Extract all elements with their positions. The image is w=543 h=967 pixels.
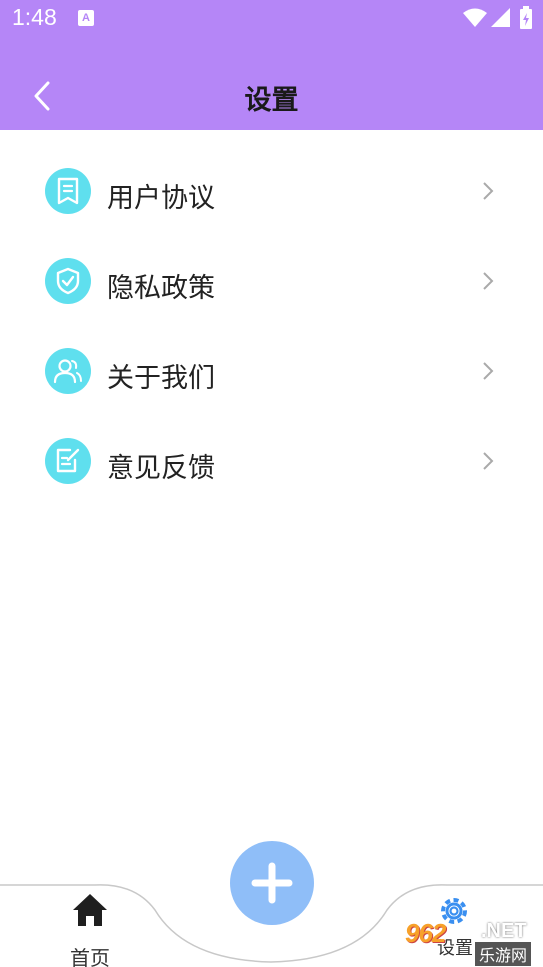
status-bar: 1:48 A [0,0,543,38]
tab-home[interactable]: 首页 [60,892,120,967]
tab-home-label: 首页 [70,946,110,967]
battery-icon [520,6,532,29]
menu-item-label: 关于我们 [107,363,215,394]
menu-item-privacy-policy[interactable]: 隐私政策 [0,241,543,321]
menu-item-label: 隐私政策 [107,273,215,304]
menu-item-user-agreement[interactable]: 用户协议 [0,151,543,231]
watermark-site: 乐游网 [475,942,532,966]
chevron-right-icon [483,272,494,290]
wifi-icon [463,8,487,27]
watermark-logo: 962 [405,918,446,948]
document-icon [45,168,91,214]
edit-note-icon [45,438,91,484]
menu-item-about-us[interactable]: 关于我们 [0,331,543,411]
chevron-right-icon [483,452,494,470]
menu-item-label: 用户协议 [107,183,215,214]
home-icon [73,894,107,926]
add-button[interactable] [230,841,314,925]
notification-icon: A [78,10,94,26]
chevron-right-icon [483,182,494,200]
status-time: 1:48 [12,4,57,30]
signal-icon [491,8,510,27]
users-icon [45,348,91,394]
watermark-net: .NET [481,920,527,942]
page-title: 设置 [244,85,299,116]
menu-item-feedback[interactable]: 意见反馈 [0,421,543,501]
shield-check-icon [45,258,91,304]
chevron-right-icon [483,362,494,380]
menu-item-label: 意见反馈 [107,453,215,484]
plus-icon [251,862,293,904]
site-watermark: 962 .NET 乐游网 [405,918,537,966]
app-header: 1:48 A 设置 [0,0,543,130]
